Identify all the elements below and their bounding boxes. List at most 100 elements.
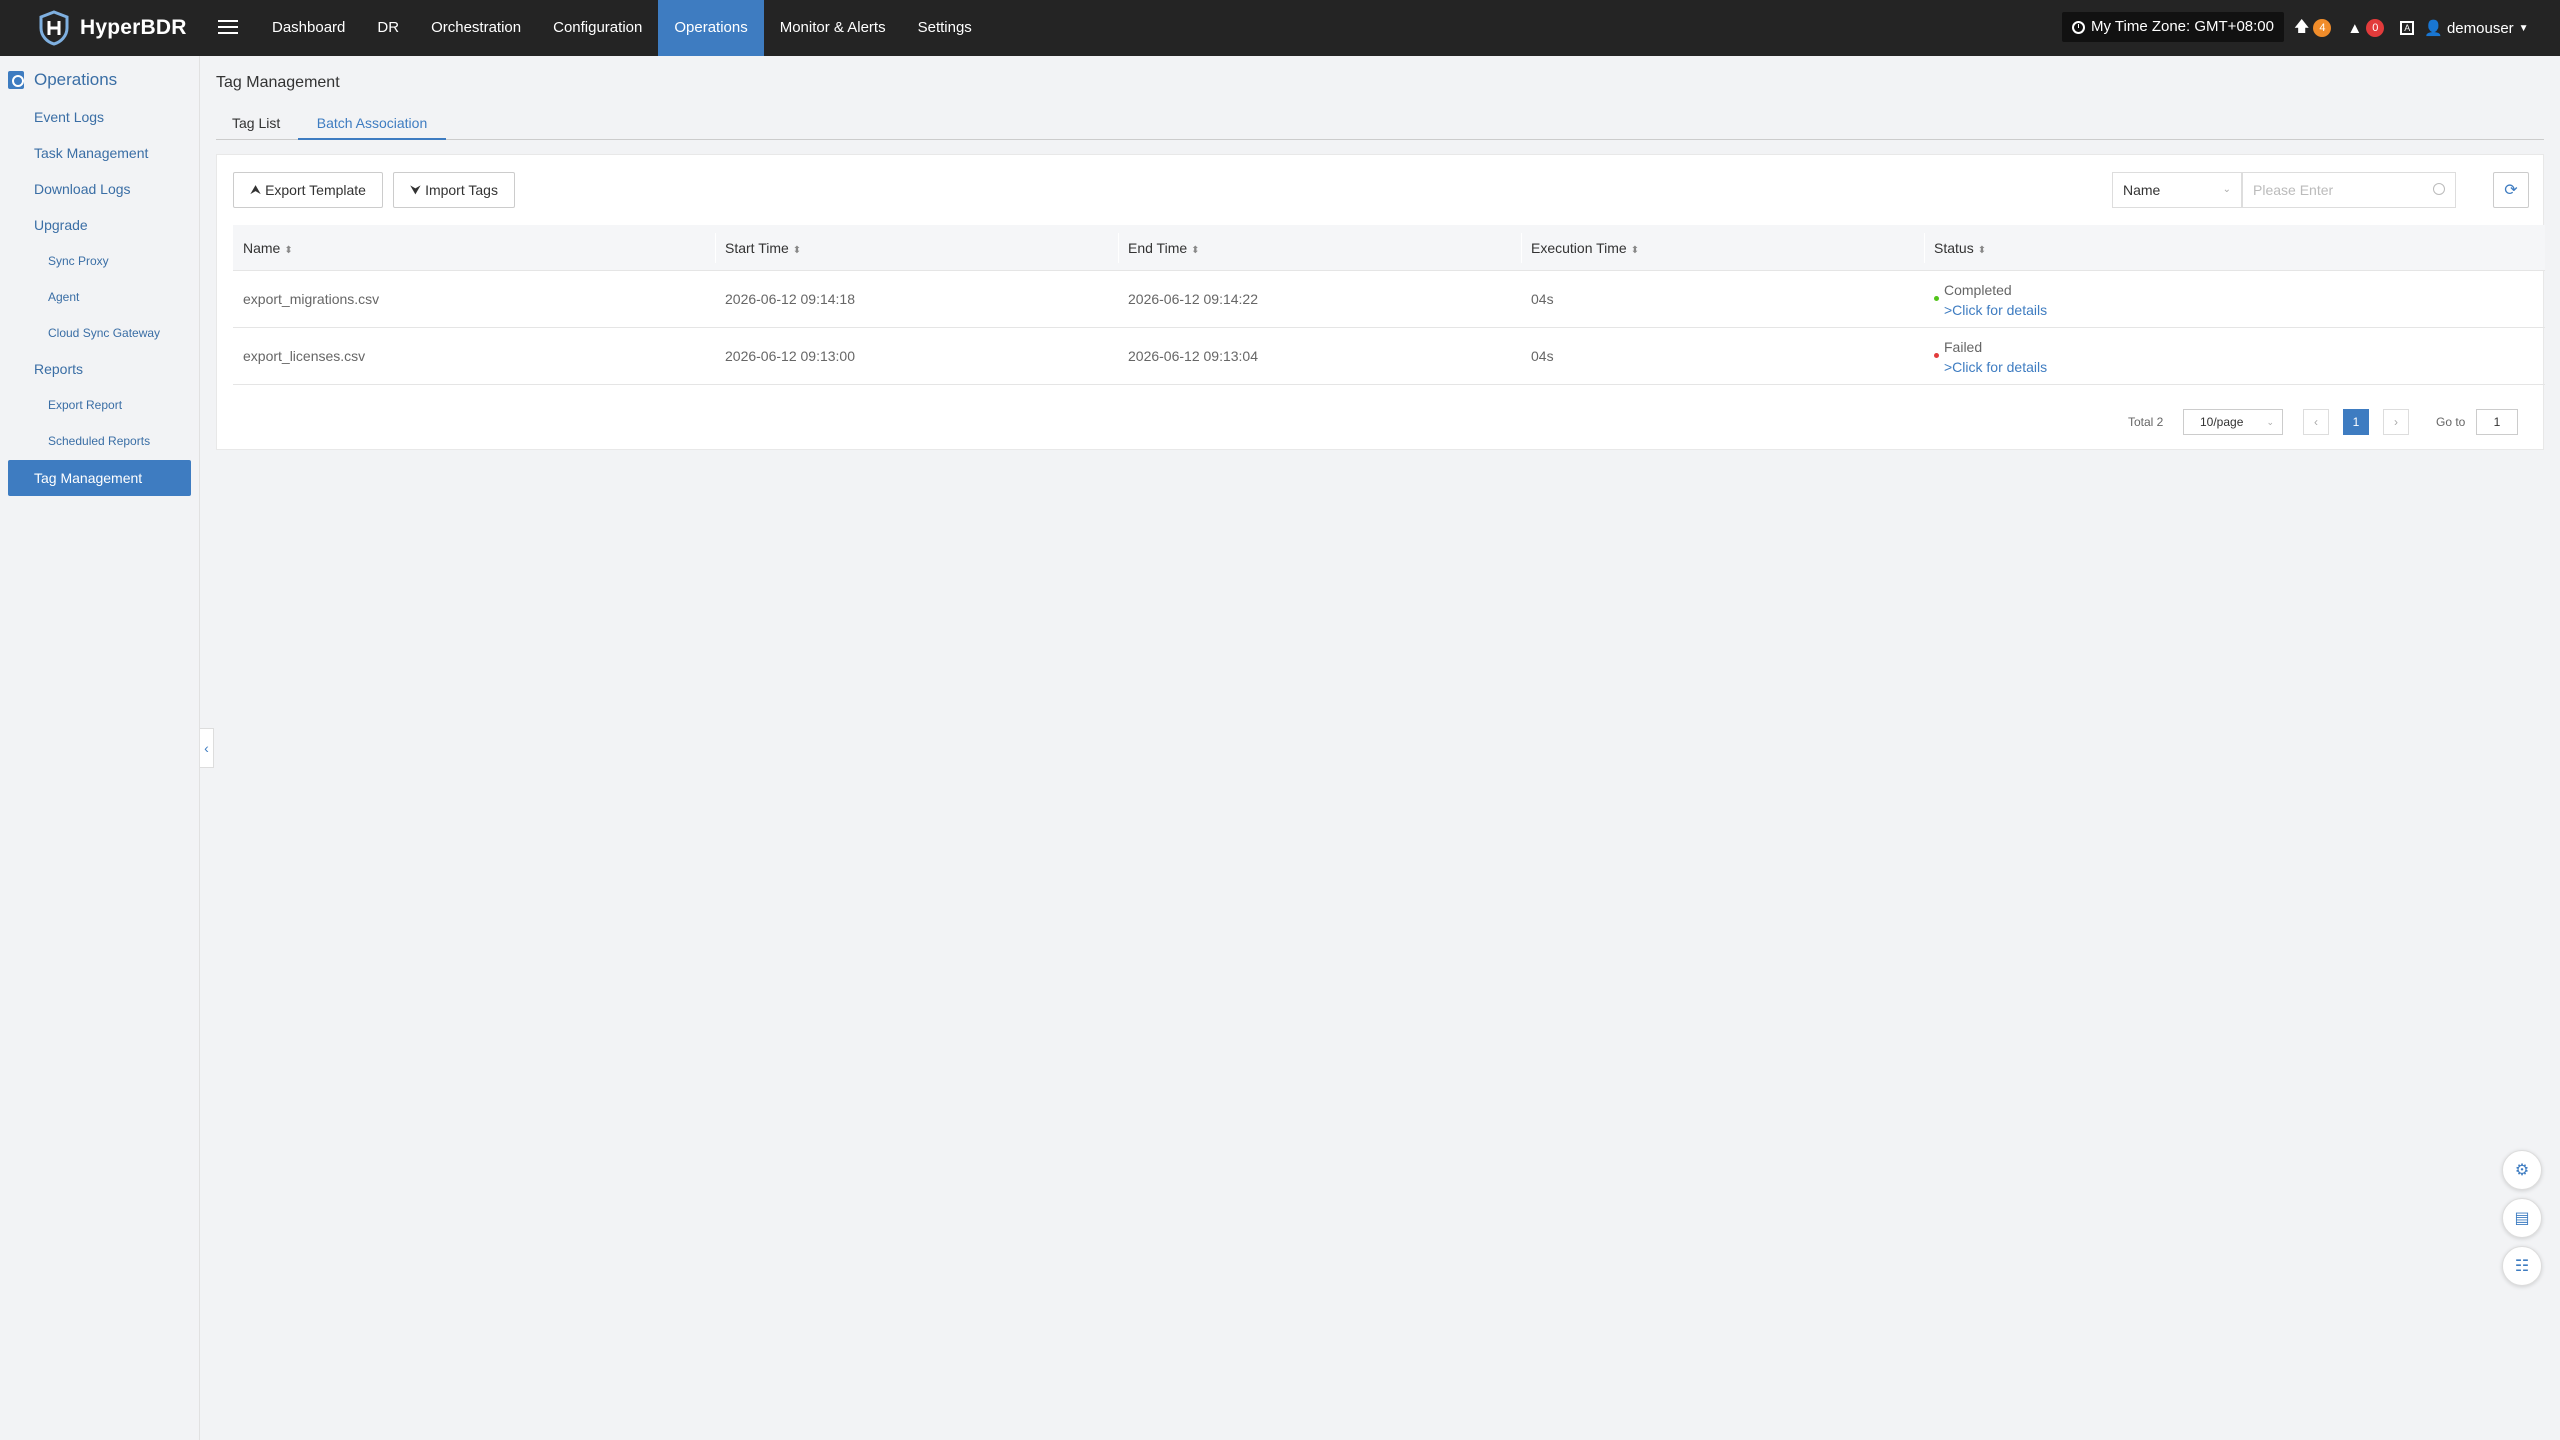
column-status[interactable]: Status ⬍	[1924, 225, 2545, 271]
chevron-down-icon: ⌄	[2222, 184, 2231, 195]
details-link[interactable]: >Click for details	[1944, 360, 2545, 374]
arrow-up-icon: 🡅	[2294, 17, 2310, 35]
sidebar-item-cloud-sync-gateway[interactable]: Cloud Sync Gateway	[48, 326, 160, 340]
sort-icon[interactable]: ⬍	[284, 245, 292, 256]
search-placeholder: Please Enter	[2253, 182, 2334, 198]
sidebar-item-upgrade[interactable]: Upgrade	[34, 217, 88, 233]
language-switch[interactable]: A	[2400, 21, 2415, 35]
column-label: End Time	[1128, 240, 1188, 256]
column-start-time[interactable]: Start Time ⬍	[715, 225, 1118, 271]
collapse-sidebar-icon[interactable]: ‹	[200, 728, 214, 768]
timezone-display[interactable]: My Time Zone: GMT+08:00	[2062, 12, 2284, 42]
cell-name: export_licenses.csv	[243, 348, 366, 364]
column-end-time[interactable]: End Time ⬍	[1118, 225, 1521, 271]
app-logo[interactable]: HyperBDR	[38, 10, 187, 46]
sidebar: Operations Event Logs Task Management Do…	[0, 56, 200, 1440]
sidebar-item-agent[interactable]: Agent	[48, 290, 79, 304]
column-name[interactable]: Name ⬍	[233, 225, 715, 271]
warning-icon: ▲	[2347, 19, 2363, 37]
column-label: Status	[1934, 240, 1974, 256]
user-menu[interactable]: 👤 demouser ▼	[2424, 19, 2529, 38]
page-number-current[interactable]: 1	[2343, 409, 2369, 435]
top-navigation-bar: HyperBDR Dashboard DR Orchestration Conf…	[0, 0, 2560, 56]
nav-orchestration[interactable]: Orchestration	[415, 0, 537, 56]
export-template-button[interactable]: ⮝ Export Template	[233, 172, 383, 208]
chevron-left-icon: ‹	[2314, 415, 2318, 429]
header-actions: 🡅 4 ▲ 0 A 👤 demouser ▼	[2294, 14, 2529, 42]
download-icon: ⮟	[410, 182, 422, 197]
sidebar-item-tag-management[interactable]: Tag Management	[8, 460, 191, 496]
prev-page-button[interactable]: ‹	[2303, 409, 2329, 435]
cell-execution-time: 04s	[1531, 348, 1554, 364]
search-icon[interactable]	[2433, 183, 2445, 195]
chevron-right-icon: ›	[2394, 415, 2398, 429]
menu-toggle-icon[interactable]	[218, 16, 238, 38]
nav-settings[interactable]: Settings	[902, 0, 988, 56]
tab-tag-list[interactable]: Tag List	[232, 110, 280, 140]
status-dot-icon	[1934, 296, 1939, 301]
assistant-button[interactable]: ⚙	[2502, 1150, 2542, 1190]
column-execution-time[interactable]: Execution Time ⬍	[1521, 225, 1924, 271]
sidebar-section-operations[interactable]: Operations	[8, 70, 117, 90]
nav-operations[interactable]: Operations	[658, 0, 764, 56]
user-icon: 👤	[2424, 20, 2443, 37]
caret-down-icon: ▼	[2518, 22, 2529, 34]
cell-execution-time: 04s	[1531, 291, 1554, 307]
cell-start-time: 2026-06-12 09:14:18	[725, 291, 855, 307]
upload-icon: ⮝	[250, 182, 262, 197]
batch-association-panel: ⮝ Export Template ⮟ Import Tags Name ⌄ P…	[216, 154, 2545, 450]
nav-dr[interactable]: DR	[361, 0, 415, 56]
pagination: Total 2 10/page ⌄ ‹ 1 › Go to 1	[217, 407, 2545, 437]
status-text: Failed	[1944, 339, 1983, 355]
filter-field-select[interactable]: Name ⌄	[2112, 172, 2242, 208]
operations-icon	[8, 71, 24, 89]
tab-batch-association[interactable]: Batch Association	[298, 110, 446, 140]
import-tags-label: Import Tags	[425, 182, 498, 198]
timezone-label: My Time Zone: GMT+08:00	[2091, 18, 2274, 35]
clipboard-icon: ☷	[2514, 1258, 2530, 1275]
alert-notifications[interactable]: ▲ 0	[2347, 19, 2385, 37]
pagination-total: Total 2	[2128, 415, 2164, 429]
table-header: Name ⬍ Start Time ⬍ End Time ⬍ Execution Ti…	[233, 225, 2545, 271]
sort-icon[interactable]: ⬍	[1631, 245, 1639, 256]
cell-status: Failed >Click for details	[1924, 328, 2545, 385]
sidebar-item-export-report[interactable]: Export Report	[48, 398, 122, 412]
page-title: Tag Management	[216, 74, 340, 91]
sort-icon[interactable]: ⬍	[793, 245, 801, 256]
tab-bar: Tag List Batch Association	[216, 110, 2544, 140]
sort-icon[interactable]: ⬍	[1191, 245, 1199, 256]
refresh-button[interactable]: ⟳	[2493, 172, 2529, 208]
sidebar-item-reports[interactable]: Reports	[34, 361, 83, 377]
nav-monitor-alerts[interactable]: Monitor & Alerts	[764, 0, 902, 56]
shield-logo-icon	[39, 10, 69, 46]
chevron-down-icon: ⌄	[2266, 417, 2274, 427]
book-icon: ▤	[2514, 1210, 2530, 1227]
sidebar-item-download-logs[interactable]: Download Logs	[34, 181, 131, 197]
nav-configuration[interactable]: Configuration	[537, 0, 658, 56]
sidebar-item-sync-proxy[interactable]: Sync Proxy	[48, 254, 109, 268]
import-tags-button[interactable]: ⮟ Import Tags	[393, 172, 515, 208]
cell-status: Completed >Click for details	[1924, 271, 2545, 328]
sidebar-item-scheduled-reports[interactable]: Scheduled Reports	[48, 434, 150, 448]
goto-label: Go to	[2436, 415, 2466, 429]
page-size-select[interactable]: 10/page ⌄	[2183, 409, 2283, 435]
cell-end-time: 2026-06-12 09:13:04	[1128, 348, 1258, 364]
search-input[interactable]: Please Enter	[2242, 172, 2456, 208]
goto-page-input[interactable]: 1	[2476, 409, 2518, 435]
table-row: export_migrations.csv 2026-06-12 09:14:1…	[233, 271, 2545, 328]
sidebar-section-label: Operations	[34, 70, 118, 89]
next-page-button[interactable]: ›	[2383, 409, 2409, 435]
nav-dashboard[interactable]: Dashboard	[256, 0, 361, 56]
docs-button[interactable]: ▤	[2502, 1198, 2542, 1238]
sort-icon[interactable]: ⬍	[1978, 245, 1986, 256]
cell-end-time: 2026-06-12 09:14:22	[1128, 291, 1258, 307]
details-link[interactable]: >Click for details	[1944, 303, 2545, 317]
sidebar-item-event-logs[interactable]: Event Logs	[34, 109, 104, 125]
upgrade-notifications[interactable]: 🡅 4	[2294, 16, 2332, 41]
column-label: Name	[243, 240, 281, 256]
clipboard-button[interactable]: ☷	[2502, 1246, 2542, 1286]
status-text: Completed	[1944, 282, 2012, 298]
batch-table: Name ⬍ Start Time ⬍ End Time ⬍ Execution Ti…	[233, 225, 2545, 385]
status-dot-icon	[1934, 353, 1939, 358]
sidebar-item-task-management[interactable]: Task Management	[34, 145, 148, 161]
